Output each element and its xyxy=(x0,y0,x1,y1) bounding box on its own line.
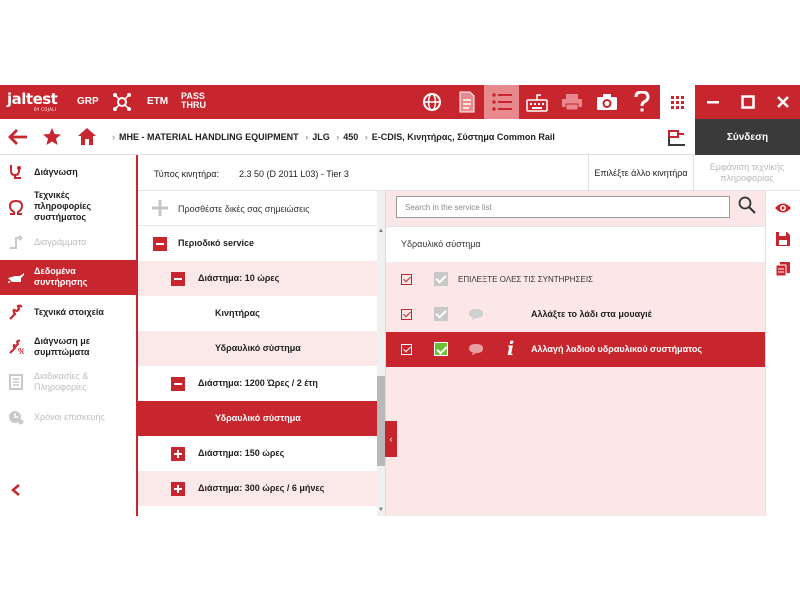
engine-header: Τύπος κινητήρα: 2.3 50 (D 2011 L03) - Ti… xyxy=(138,155,800,191)
sidebar-item-technical-data[interactable]: Τεχνικά στοιχεία xyxy=(0,295,136,330)
maximize-icon[interactable] xyxy=(730,85,765,119)
symptom-icon: % xyxy=(7,338,25,356)
svg-text:%: % xyxy=(18,347,24,355)
service-item-selected[interactable]: i Αλλαγή λαδιού υδραυλικού συστήματος xyxy=(386,332,766,367)
stethoscope-icon xyxy=(7,163,25,181)
sidebar-item-symptom-diagnosis[interactable]: % Διάγνωση με συμπτώματα xyxy=(0,330,136,365)
favorites-star-icon[interactable] xyxy=(42,127,62,152)
done-checkbox[interactable] xyxy=(434,342,448,356)
collapse-icon[interactable] xyxy=(171,377,185,391)
network-icon[interactable] xyxy=(106,85,138,119)
tree-scrollbar-thumb[interactable] xyxy=(377,376,385,466)
apps-grid-icon[interactable] xyxy=(660,85,695,119)
connector-icon[interactable] xyxy=(665,128,687,153)
list-icon[interactable] xyxy=(484,85,519,119)
globe-icon[interactable] xyxy=(414,85,449,119)
select-all-row[interactable]: ΕΠΙΛΕΞΤΕ ΟΛΕΣ ΤΙΣ ΣΥΝΤΗΡΗΣΕΙΣ xyxy=(386,262,766,297)
engine-type-value: 2.3 50 (D 2011 L03) - Tier 3 xyxy=(239,169,349,179)
tree-item[interactable]: Διάστημα: 150 ώρες xyxy=(138,436,377,471)
tree-item[interactable]: Περιοδικό service xyxy=(138,226,377,261)
collapse-icon[interactable] xyxy=(171,272,185,286)
breadcrumb-item[interactable]: MHE - MATERIAL HANDLING EQUIPMENT xyxy=(119,132,299,142)
tree-item[interactable]: Κινητήρας xyxy=(138,296,377,331)
service-list-panel: Search in the service list Υδραυλικό σύσ… xyxy=(385,191,766,516)
breadcrumb-item[interactable]: 450 xyxy=(343,132,358,142)
service-item[interactable]: Αλλάξτε το λάδι στα μουαγιέ xyxy=(386,297,766,332)
search-input[interactable]: Search in the service list xyxy=(396,196,730,218)
breadcrumb: › MHE - MATERIAL HANDLING EQUIPMENT › JLG … xyxy=(112,132,555,142)
scroll-down-icon[interactable]: ▼ xyxy=(378,507,384,513)
choose-other-engine-button[interactable]: Επιλέξτε άλλο κινητήρα xyxy=(588,155,693,191)
sidebar-item-repair-times: Χρόνοι επισκευής xyxy=(0,400,136,435)
procedures-icon xyxy=(7,373,25,391)
comment-icon[interactable] xyxy=(468,343,484,361)
printer-icon[interactable] xyxy=(554,85,589,119)
back-arrow-icon[interactable] xyxy=(8,128,28,151)
sidebar-item-diagnosis[interactable]: Διάγνωση xyxy=(0,155,136,190)
repair-time-icon xyxy=(7,408,25,426)
sidebar: Διάγνωση Τεχνικές πληροφορίες συστήματος… xyxy=(0,155,138,516)
scroll-up-icon[interactable]: ▲ xyxy=(378,228,384,234)
tree-item[interactable]: Διάστημα: 10 ώρες xyxy=(138,261,377,296)
wrench-icon xyxy=(7,303,25,321)
sidebar-item-maintenance-data[interactable]: Δεδομένα συντήρησης xyxy=(0,260,136,295)
add-notes-row[interactable]: Προσθέστε δικές σας σημειώσεις xyxy=(138,191,385,226)
right-action-column xyxy=(765,191,800,516)
close-icon[interactable] xyxy=(765,85,800,119)
help-icon[interactable] xyxy=(624,85,659,119)
top-toolbar: jaltest BY COJALI GRP ETM PASS THRU xyxy=(0,85,800,119)
tree-item[interactable]: Διάστημα: 300 ώρες / 6 μήνες xyxy=(138,471,377,506)
done-checkbox[interactable] xyxy=(434,272,448,286)
camera-icon[interactable] xyxy=(589,85,624,119)
etm-button[interactable]: ETM xyxy=(147,96,168,107)
grp-button[interactable]: GRP xyxy=(77,96,99,107)
info-icon[interactable]: i xyxy=(507,338,514,360)
tree-item[interactable]: Υδραυλικό σύστημα xyxy=(138,331,377,366)
select-checkbox[interactable] xyxy=(401,344,412,355)
omega-icon xyxy=(7,198,25,216)
jaltest-window: jaltest BY COJALI GRP ETM PASS THRU › MH… xyxy=(0,85,800,516)
collapse-panel-tab[interactable]: ‹ xyxy=(385,421,397,457)
maintenance-tree: Προσθέστε δικές σας σημειώσεις Περιοδικό… xyxy=(138,191,385,516)
plus-icon xyxy=(151,199,169,222)
select-checkbox[interactable] xyxy=(401,274,412,285)
keyboard-icon[interactable] xyxy=(519,85,554,119)
done-checkbox[interactable] xyxy=(434,307,448,321)
expand-icon[interactable] xyxy=(171,447,185,461)
collapse-icon[interactable] xyxy=(153,237,167,251)
show-tech-info-button: Εμφάνιση τεχνικής πληροφορίας xyxy=(693,155,800,191)
tree-item[interactable]: Διάστημα: 1200 Ώρες / 2 έτη xyxy=(138,366,377,401)
copy-icon[interactable] xyxy=(775,261,791,282)
sidebar-item-system-tech-info[interactable]: Τεχνικές πληροφορίες συστήματος xyxy=(0,190,136,225)
sidebar-item-diagrams: Διαγράμματα xyxy=(0,225,136,260)
expand-icon[interactable] xyxy=(171,482,185,496)
home-icon[interactable] xyxy=(77,127,97,151)
diagram-icon xyxy=(7,233,25,251)
sidebar-item-procedures: Διαδικασίες & Πληροφορίες xyxy=(0,365,136,400)
chevron-left-icon[interactable] xyxy=(10,483,22,502)
tree-scrollbar[interactable] xyxy=(377,191,385,516)
add-notes-label: Προσθέστε δικές σας σημειώσεις xyxy=(178,204,310,214)
jaltest-logo: jaltest BY COJALI xyxy=(7,90,58,112)
select-checkbox[interactable] xyxy=(401,309,412,320)
engine-type-label: Τύπος κινητήρα: xyxy=(154,169,219,179)
tree-item-selected[interactable]: Υδραυλικό σύστημα xyxy=(138,401,377,436)
connect-button[interactable]: Σύνδεση xyxy=(695,119,800,155)
breadcrumb-item[interactable]: E-CDIS, Κινητήρας, Σύστημα Common Rail xyxy=(372,132,555,142)
breadcrumb-item[interactable]: JLG xyxy=(312,132,330,142)
eye-icon[interactable] xyxy=(774,201,792,219)
oil-can-icon xyxy=(7,268,25,286)
document-icon[interactable] xyxy=(449,85,484,119)
pass-thru-button[interactable]: PASS THRU xyxy=(181,92,206,110)
search-icon[interactable] xyxy=(738,196,756,219)
comment-icon[interactable] xyxy=(468,308,484,326)
save-icon[interactable] xyxy=(775,231,791,252)
service-section-header: Υδραυλικό σύστημα xyxy=(386,227,766,262)
minimize-icon[interactable] xyxy=(695,85,730,119)
navigation-bar: › MHE - MATERIAL HANDLING EQUIPMENT › JLG … xyxy=(0,119,800,155)
